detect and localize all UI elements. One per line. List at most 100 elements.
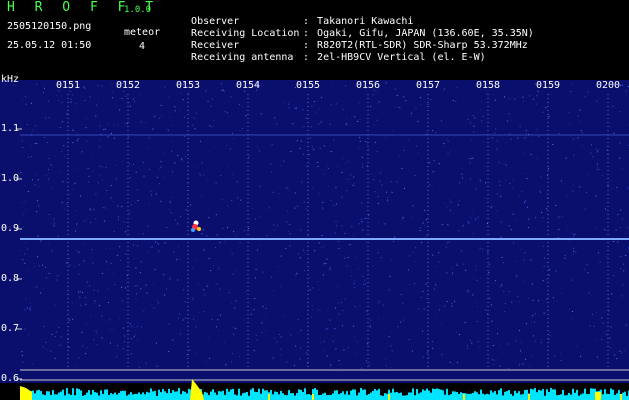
noise-pixel <box>611 188 613 189</box>
noise-pixel <box>317 162 319 163</box>
noise-pixel <box>354 306 356 308</box>
noise-pixel <box>164 86 166 88</box>
noise-pixel <box>493 94 495 96</box>
activity-bar <box>358 392 360 400</box>
noise-pixel <box>366 143 368 145</box>
noise-pixel <box>512 179 514 181</box>
noise-pixel <box>499 343 501 345</box>
noise-pixel <box>29 308 31 310</box>
noise-pixel <box>397 326 399 328</box>
noise-pixel <box>287 189 289 191</box>
noise-pixel <box>336 225 337 227</box>
noise-pixel <box>577 115 579 117</box>
noise-pixel <box>501 284 503 286</box>
noise-pixel <box>278 193 280 195</box>
noise-pixel <box>179 313 180 315</box>
noise-pixel <box>262 305 264 307</box>
noise-pixel <box>441 322 443 324</box>
noise-pixel <box>75 103 77 105</box>
noise-pixel <box>493 364 495 366</box>
noise-pixel <box>53 224 54 226</box>
noise-pixel <box>558 229 560 230</box>
noise-pixel <box>574 233 576 235</box>
activity-bar <box>302 391 304 400</box>
activity-bar <box>92 390 94 400</box>
noise-pixel <box>29 302 31 304</box>
activity-bar <box>366 394 368 400</box>
activity-bar <box>324 392 326 400</box>
noise-pixel <box>83 260 85 262</box>
noise-pixel <box>140 121 142 123</box>
noise-pixel <box>584 208 586 210</box>
noise-pixel <box>171 150 173 152</box>
noise-pixel <box>225 364 227 366</box>
noise-pixel <box>445 246 447 248</box>
noise-pixel <box>50 350 52 352</box>
activity-bar <box>408 392 410 400</box>
noise-pixel <box>524 152 526 154</box>
noise-pixel <box>572 317 574 319</box>
activity-bar <box>94 392 96 400</box>
activity-bar <box>482 393 484 400</box>
activity-bar <box>448 395 450 400</box>
noise-pixel <box>573 235 575 237</box>
noise-pixel <box>177 317 179 319</box>
noise-pixel <box>60 336 62 338</box>
noise-pixel <box>142 162 144 163</box>
noise-pixel <box>200 175 201 176</box>
noise-pixel <box>530 322 532 324</box>
activity-bar <box>176 391 178 400</box>
noise-pixel <box>515 340 517 342</box>
noise-pixel <box>32 363 34 365</box>
noise-pixel <box>421 242 423 243</box>
noise-pixel <box>20 221 22 223</box>
activity-bar <box>560 394 562 400</box>
activity-bar <box>472 392 474 400</box>
noise-pixel <box>465 269 467 271</box>
noise-pixel <box>306 165 308 167</box>
noise-pixel <box>536 95 538 97</box>
noise-pixel <box>457 204 459 206</box>
noise-pixel <box>429 301 430 303</box>
noise-pixel <box>385 82 387 84</box>
activity-bar <box>492 392 494 400</box>
noise-pixel <box>476 279 478 281</box>
activity-bar <box>222 390 224 400</box>
noise-pixel <box>245 291 246 293</box>
noise-pixel <box>530 153 532 155</box>
noise-pixel <box>75 249 77 251</box>
noise-pixel <box>93 170 94 172</box>
noise-pixel <box>286 361 288 363</box>
noise-pixel <box>471 140 473 142</box>
time-tick-label: 0156 <box>356 80 381 91</box>
noise-pixel <box>513 242 515 244</box>
noise-pixel <box>34 174 36 176</box>
noise-pixel <box>502 262 504 264</box>
noise-pixel <box>303 153 305 155</box>
noise-pixel <box>70 101 72 103</box>
activity-bar <box>188 388 190 400</box>
activity-bar <box>612 389 614 400</box>
noise-pixel <box>432 171 434 173</box>
noise-pixel <box>338 241 340 243</box>
noise-pixel <box>61 151 63 153</box>
noise-pixel <box>422 290 424 292</box>
activity-bar <box>50 395 52 400</box>
activity-bar <box>444 394 446 400</box>
noise-pixel <box>88 175 90 177</box>
noise-pixel <box>136 285 138 287</box>
noise-pixel <box>247 228 249 230</box>
activity-bar <box>256 392 258 400</box>
activity-bar <box>394 392 396 400</box>
noise-pixel <box>54 336 56 337</box>
activity-bar <box>512 395 514 400</box>
noise-pixel <box>335 103 337 105</box>
noise-pixel <box>532 315 534 317</box>
noise-pixel <box>591 144 592 146</box>
noise-pixel <box>462 225 464 227</box>
noise-pixel <box>401 168 403 169</box>
noise-pixel <box>216 283 218 285</box>
noise-pixel <box>104 220 105 222</box>
activity-bar <box>622 392 624 400</box>
noise-pixel <box>353 325 355 327</box>
